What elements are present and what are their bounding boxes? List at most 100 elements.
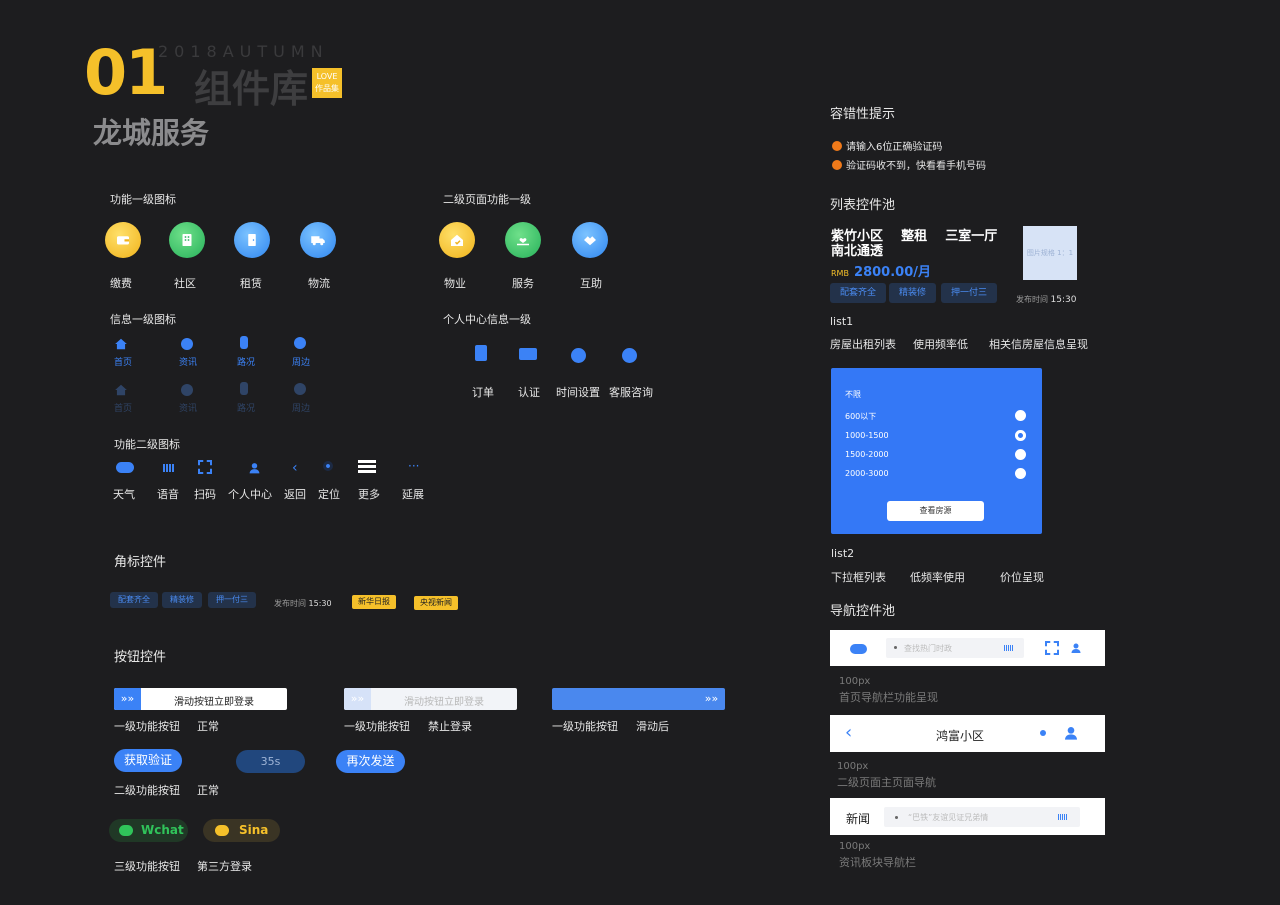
slide-handle[interactable]: »» [344, 688, 371, 710]
home-icon[interactable] [114, 336, 128, 350]
location-icon[interactable] [294, 383, 306, 395]
dropdown-option[interactable]: 600以下 [831, 408, 1042, 424]
traffic-icon[interactable] [240, 336, 248, 349]
slide-handle[interactable]: »» [698, 688, 725, 710]
id-card-icon[interactable] [519, 348, 537, 360]
news-icon[interactable] [181, 384, 193, 396]
back-icon[interactable]: ‹ [292, 461, 298, 475]
back-icon[interactable]: ‹ [845, 722, 852, 743]
user-icon[interactable] [248, 460, 261, 474]
radio-icon[interactable] [1015, 410, 1026, 421]
more-icon[interactable]: ··· [408, 459, 419, 473]
label-nearby: 周边 [292, 404, 311, 414]
radio-icon[interactable] [1015, 468, 1026, 479]
error-tips-title: 容错性提示 [830, 107, 896, 122]
slide-login-button-disabled[interactable]: »» 滑动按钮立即登录 [344, 688, 517, 710]
dropdown-option[interactable]: 1000-1500 [831, 428, 1042, 444]
listing-tag: 配套齐全 [830, 283, 887, 303]
order-icon[interactable] [475, 345, 487, 361]
warning-icon [832, 160, 842, 170]
dropdown-option[interactable]: 1500-2000 [831, 447, 1042, 463]
location-icon[interactable] [294, 337, 306, 349]
hand-heart-icon[interactable] [505, 222, 541, 258]
time-value: 15:30 [1050, 295, 1077, 305]
sub-primary-title: 二级页面功能一级 [443, 193, 531, 206]
community-icon[interactable] [169, 222, 205, 258]
voice-icon[interactable] [163, 464, 175, 472]
listing-tag: 押一付三 [941, 283, 998, 303]
search-input[interactable]: 查找热门时政 [886, 638, 1024, 658]
label-pay: 缴费 [110, 277, 132, 290]
user-icon[interactable] [1070, 640, 1082, 654]
resend-button[interactable]: 再次发送 [336, 750, 405, 773]
door-icon[interactable] [234, 222, 270, 258]
currency: RMB [831, 269, 849, 278]
wallet-icon[interactable] [105, 222, 141, 258]
house-icon[interactable] [439, 222, 475, 258]
search-icon [894, 646, 897, 649]
label-help: 互助 [580, 277, 602, 290]
user-icon[interactable] [1063, 724, 1079, 742]
slide-login-button-done[interactable]: »» [552, 688, 725, 710]
list2-title: list2 [831, 547, 855, 560]
chat-icon[interactable] [622, 348, 637, 363]
cloud-icon[interactable] [116, 462, 134, 473]
news-icon[interactable] [181, 338, 193, 350]
nav-label: 新闻 [846, 812, 871, 826]
badge-tag: 押一付三 [208, 592, 256, 608]
menu-icon[interactable] [358, 460, 376, 473]
nav-pool-title: 导航控件池 [830, 604, 896, 619]
home-icon[interactable] [114, 382, 128, 396]
error-tip-text: 验证码收不到，快看看手机号码 [846, 161, 986, 172]
option-label: 2000-3000 [845, 469, 889, 478]
label-back: 返回 [284, 488, 306, 501]
nav-desc: 资讯板块导航栏 [839, 856, 916, 869]
label-community: 社区 [174, 277, 196, 290]
locate-icon[interactable] [1040, 730, 1046, 736]
weibo-login-button[interactable]: Sina [203, 819, 280, 842]
nav-size: 100px [839, 841, 871, 852]
error-tip: 请输入6位正确验证码 [832, 138, 942, 153]
love-badge: LOVE 作品集 [312, 68, 342, 98]
slide-label: 滑动按钮立即登录 [174, 697, 254, 708]
slide-login-button[interactable]: »» 滑动按钮立即登录 [114, 688, 287, 710]
personal-icons: 订单 认证 时间设置 客服咨询 [465, 345, 665, 400]
countdown-button[interactable]: 35s [236, 750, 305, 773]
dropdown-header[interactable]: 不限 [845, 389, 861, 400]
traffic-icon[interactable] [240, 382, 248, 395]
weibo-label: Sina [239, 823, 269, 837]
btn-state-label: 滑动后 [636, 720, 669, 733]
locate-icon[interactable] [323, 461, 333, 471]
option-label: 600以下 [845, 412, 877, 421]
label-time-setting: 时间设置 [556, 386, 600, 399]
badge-bottom: 作品集 [315, 84, 339, 93]
voice-icon[interactable] [1058, 814, 1068, 820]
radio-icon[interactable] [1015, 449, 1026, 460]
scan-icon[interactable] [1045, 641, 1059, 655]
badge-tag: 配套齐全 [110, 592, 158, 608]
slide-handle[interactable]: »» [114, 688, 141, 710]
truck-icon[interactable] [300, 222, 336, 258]
news-navbar: 新闻 “巴铁”友谊见证兄弟情 [830, 798, 1105, 835]
clock-icon[interactable] [571, 348, 586, 363]
info-icons-active: 首页 资讯 路况 周边 [110, 336, 330, 368]
news-search-input[interactable]: “巴铁”友谊见证兄弟情 [884, 807, 1080, 827]
price: 2800.00/月 [854, 265, 932, 280]
get-code-button[interactable]: 获取验证 [114, 749, 182, 772]
radio-selected-icon[interactable] [1015, 430, 1026, 441]
voice-icon[interactable] [1004, 645, 1014, 651]
wechat-login-button[interactable]: Wchat [109, 819, 188, 842]
dropdown-option[interactable]: 2000-3000 [831, 466, 1042, 482]
view-listings-button[interactable]: 查看房源 [887, 501, 984, 521]
wechat-icon [119, 825, 133, 836]
cloud-icon[interactable] [850, 644, 867, 654]
badge-title: 角标控件 [114, 555, 167, 570]
sub-primary-icons: 物业 服务 互助 [434, 220, 634, 290]
handshake-icon[interactable] [572, 222, 608, 258]
label-expand: 延展 [402, 488, 424, 501]
publish-time: 发布时间 15:30 [274, 598, 332, 609]
scan-icon[interactable] [198, 460, 212, 474]
label-weather: 天气 [113, 488, 135, 501]
personal-title: 个人中心信息一级 [443, 313, 531, 326]
btn-level-label: 二级功能按钮 [114, 784, 180, 797]
